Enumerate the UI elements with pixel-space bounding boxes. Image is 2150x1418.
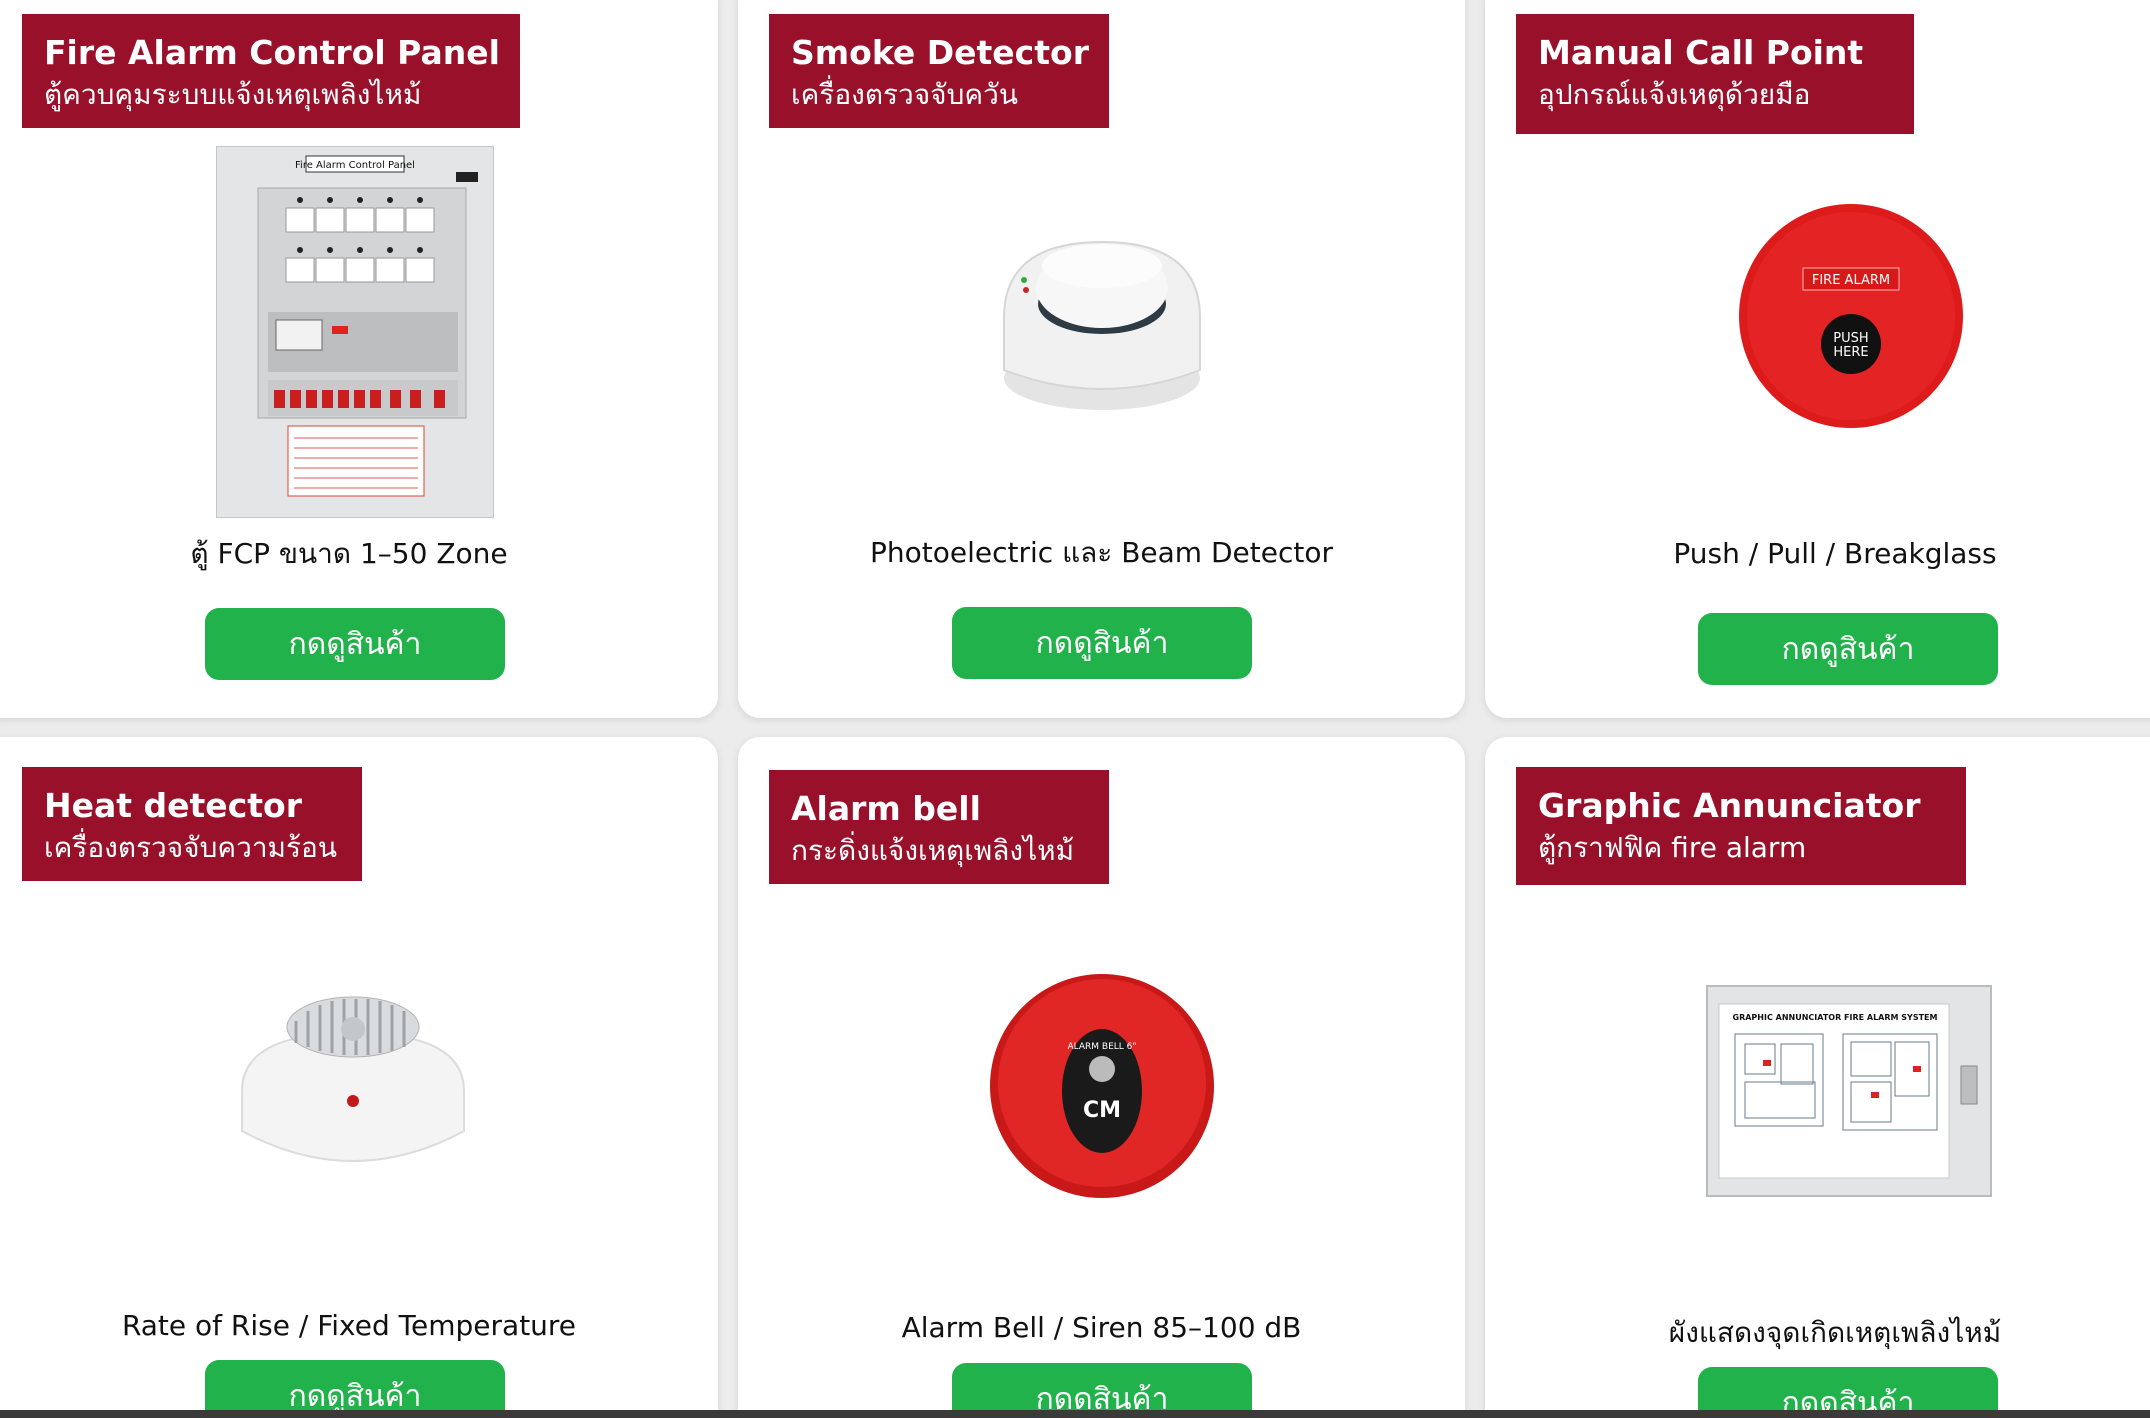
graphic-annunciator-image: GRAPHIC ANNUNCIATOR FIRE ALARM SYSTEM (1705, 982, 1993, 1198)
product-subtitle: ตู้กราฟฟิค fire alarm (1538, 830, 1807, 864)
bottom-edge-bar (0, 1410, 2150, 1418)
product-subtitle: เครื่องตรวจจับควัน (791, 77, 1018, 111)
heat-detector-image (236, 981, 470, 1187)
fire-alarm-text: FIRE ALARM (1812, 273, 1890, 288)
smoke-detector-image (984, 208, 1220, 418)
product-card-smoke-detector: Smoke Detector เครื่องตรวจจับควัน Photoe… (738, 0, 1465, 718)
product-description: Push / Pull / Breakglass (1673, 537, 1997, 570)
manual-call-point-image: FIRE ALARM PUSH HERE (1737, 202, 1965, 430)
product-title: Manual Call Point (1538, 33, 1864, 72)
view-product-button[interactable]: กดดูสินค้า (952, 607, 1252, 679)
product-card-heat-detector: Heat detector เครื่องตรวจจับความร้อน Rat… (0, 737, 718, 1418)
product-title: Smoke Detector (791, 33, 1089, 72)
product-title: Fire Alarm Control Panel (44, 33, 500, 72)
product-label: Manual Call Point อุปกรณ์แจ้งเหตุด้วยมือ (1516, 14, 1914, 134)
product-subtitle: เครื่องตรวจจับความร้อน (44, 830, 337, 864)
product-subtitle: อุปกรณ์แจ้งเหตุด้วยมือ (1538, 77, 1811, 111)
product-description: Rate of Rise / Fixed Temperature (121, 1309, 577, 1342)
product-title: Graphic Annunciator (1538, 786, 1921, 825)
fire-alarm-control-panel-image: Fire Alarm Control Panel (216, 146, 494, 518)
product-card-fire-alarm-control-panel: Fire Alarm Control Panel ตู้ควบคุมระบบแจ… (0, 0, 718, 718)
panel-label: Fire Alarm Control Panel (295, 160, 415, 171)
product-card-graphic-annunciator: Graphic Annunciator ตู้กราฟฟิค fire alar… (1485, 737, 2150, 1418)
product-title: Alarm bell (791, 789, 981, 828)
product-label: Fire Alarm Control Panel ตู้ควบคุมระบบแจ… (22, 14, 520, 128)
alarm-bell-label: ALARM BELL 6" (1067, 1042, 1136, 1052)
annunciator-heading: GRAPHIC ANNUNCIATOR FIRE ALARM SYSTEM (1733, 1013, 1938, 1022)
brand-mark: CM (1083, 1098, 1121, 1123)
product-card-manual-call-point: Manual Call Point อุปกรณ์แจ้งเหตุด้วยมือ… (1485, 0, 2150, 718)
product-subtitle: ตู้ควบคุมระบบแจ้งเหตุเพลิงไหม้ (44, 77, 422, 111)
product-subtitle: กระดิ่งแจ้งเหตุเพลิงไหม้ (791, 833, 1075, 867)
push-text: PUSH (1833, 331, 1868, 346)
view-product-button[interactable]: กดดูสินค้า (1698, 613, 1998, 685)
product-label: Heat detector เครื่องตรวจจับความร้อน (22, 767, 362, 881)
product-card-alarm-bell: Alarm bell กระดิ่งแจ้งเหตุเพลิงไหม้ ALAR… (738, 737, 1465, 1418)
product-description: ตู้ FCP ขนาด 1–50 Zone (190, 537, 508, 570)
product-label: Smoke Detector เครื่องตรวจจับควัน (769, 14, 1109, 128)
product-label: Graphic Annunciator ตู้กราฟฟิค fire alar… (1516, 767, 1966, 885)
here-text: HERE (1833, 345, 1868, 360)
product-description: ผังแสดงจุดเกิดเหตุเพลิงไหม้ (1668, 1316, 2002, 1349)
alarm-bell-image: ALARM BELL 6" CM (988, 973, 1216, 1199)
product-label: Alarm bell กระดิ่งแจ้งเหตุเพลิงไหม้ (769, 770, 1109, 884)
product-description: Photoelectric และ Beam Detector (870, 536, 1333, 569)
product-description: Alarm Bell / Siren 85–100 dB (901, 1311, 1302, 1344)
product-title: Heat detector (44, 786, 302, 825)
view-product-button[interactable]: กดดูสินค้า (205, 608, 505, 680)
